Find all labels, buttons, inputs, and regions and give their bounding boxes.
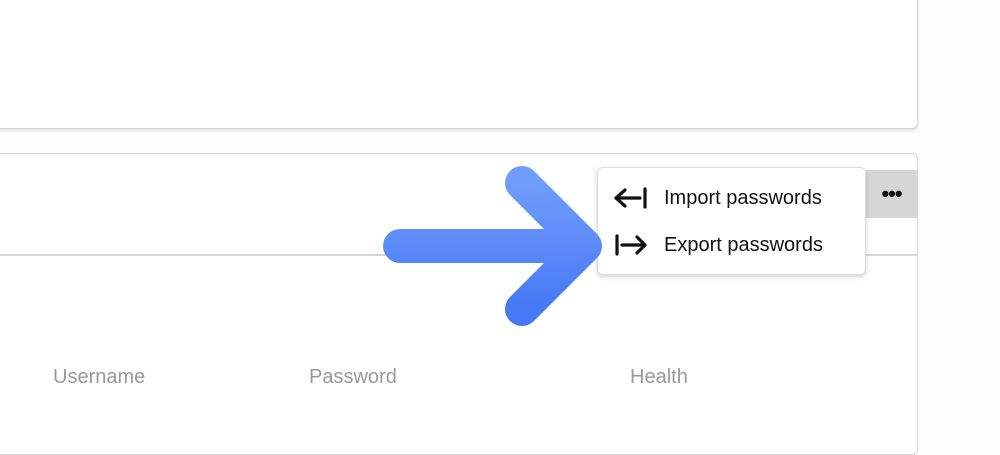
column-header-username[interactable]: Username [53,366,145,389]
export-arrow-icon [615,234,647,256]
column-header-password[interactable]: Password [309,366,397,389]
menu-item-import-passwords[interactable]: Import passwords [614,183,822,213]
options-menu: Import passwords Export passwords [597,167,866,275]
menu-item-label: Export passwords [664,233,823,256]
column-header-health[interactable]: Health [630,366,688,389]
import-arrow-icon [614,187,647,209]
more-options-button[interactable]: ••• [866,170,917,218]
menu-item-label: Import passwords [664,186,822,209]
top-card [0,0,918,129]
menu-item-export-passwords[interactable]: Export passwords [614,230,823,260]
